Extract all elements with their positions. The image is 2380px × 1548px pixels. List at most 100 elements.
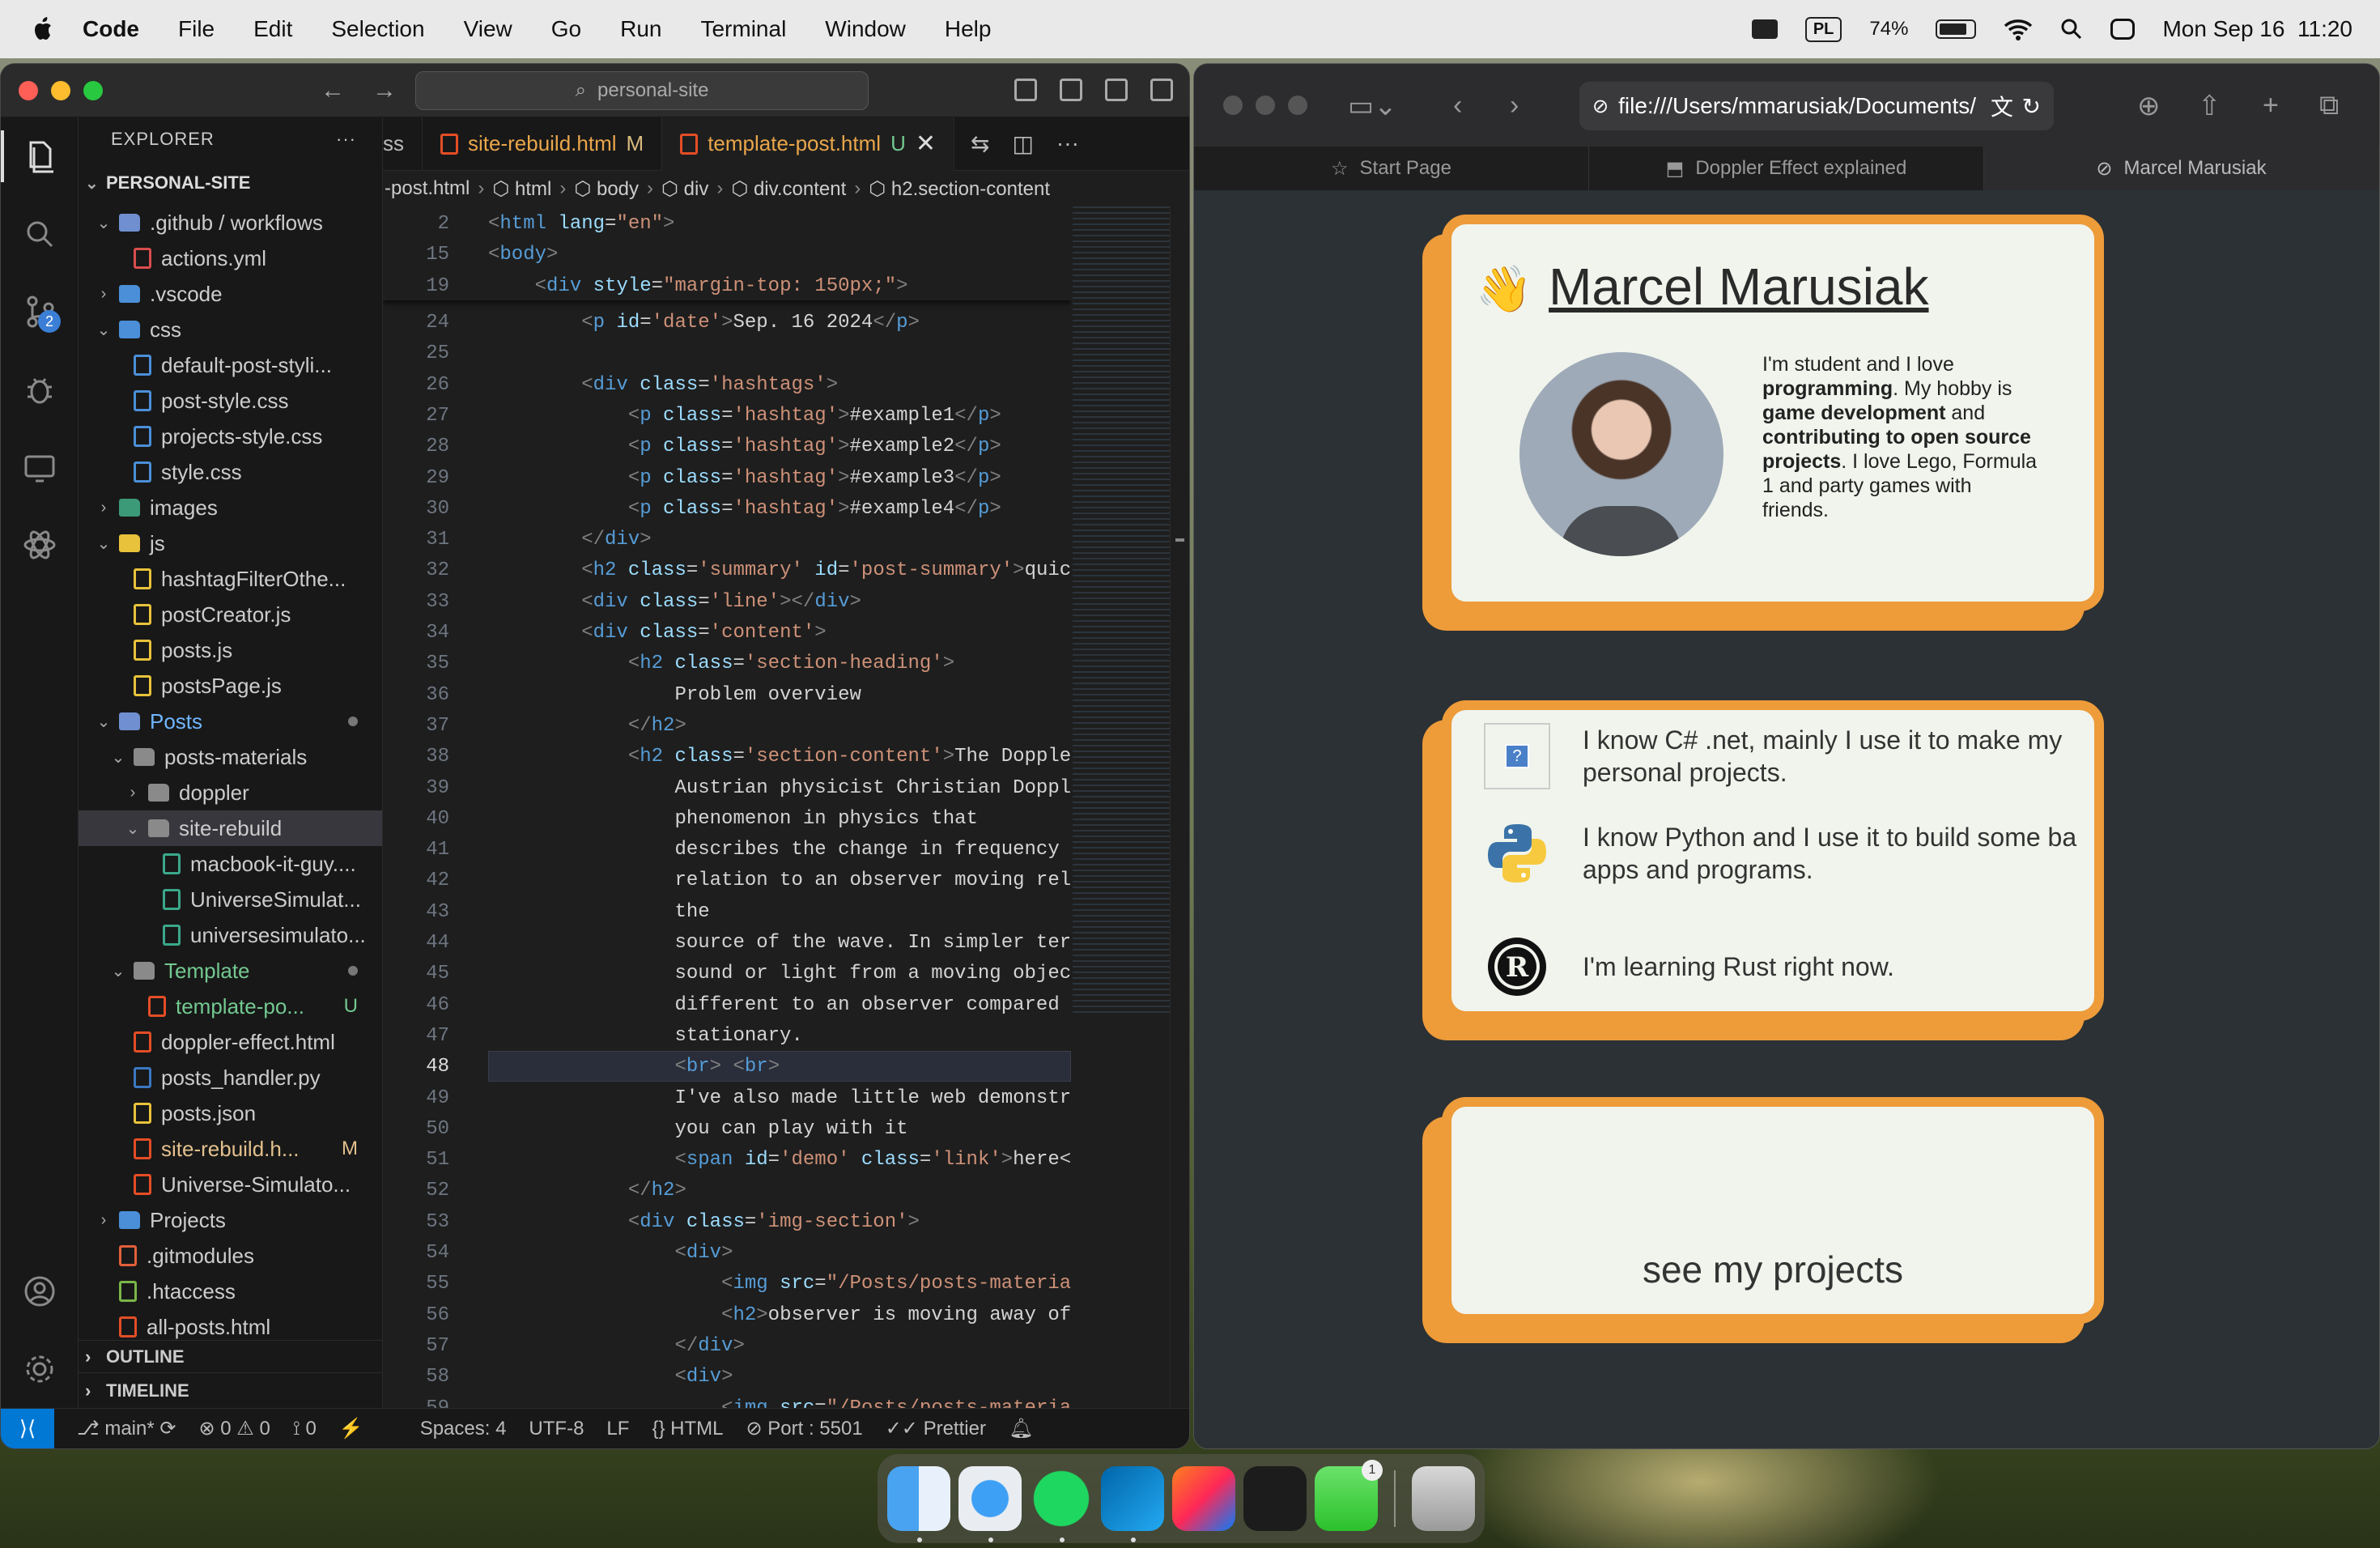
- reload-icon[interactable]: ↻: [2022, 93, 2041, 120]
- projects-card[interactable]: see my projects: [1442, 1097, 2104, 1324]
- tree-item[interactable]: macbook-it-guy....: [79, 846, 382, 882]
- forward-arrow-icon[interactable]: ›: [1510, 90, 1519, 121]
- search-activity[interactable]: [1, 195, 79, 273]
- command-center-search[interactable]: ⌕ personal-site: [415, 71, 869, 110]
- tree-item[interactable]: posts.js: [79, 632, 382, 668]
- tree-item[interactable]: ⌄ .github / workflows: [79, 205, 382, 240]
- tab-ss[interactable]: ss: [383, 117, 423, 171]
- control-center-icon[interactable]: [2110, 19, 2136, 40]
- intellij-icon[interactable]: [1172, 1466, 1235, 1531]
- tree-item[interactable]: post-style.css: [79, 383, 382, 419]
- translate-icon[interactable]: 文: [1983, 90, 2013, 122]
- tab-overview-icon[interactable]: ⧉: [2319, 90, 2339, 121]
- menu-view[interactable]: View: [464, 16, 512, 42]
- sidebar-toggle-icon[interactable]: ▭⌄: [1348, 90, 1397, 122]
- breadcrumb-item[interactable]: ⬡ div.content: [731, 177, 846, 201]
- breadcrumb-item[interactable]: ⬡ html: [492, 177, 551, 201]
- encoding-status[interactable]: UTF-8: [529, 1418, 584, 1440]
- indentation-status[interactable]: Spaces: 4: [420, 1418, 507, 1440]
- toggle-panel-icon[interactable]: [1060, 79, 1082, 101]
- menu-run[interactable]: Run: [620, 16, 661, 42]
- menu-go[interactable]: Go: [551, 16, 581, 42]
- tree-item[interactable]: ⌄ posts-materials: [79, 739, 382, 775]
- back-arrow-icon[interactable]: ←: [321, 77, 345, 104]
- tree-item[interactable]: site-rebuild.h... M: [79, 1131, 382, 1167]
- react-activity[interactable]: [1, 506, 79, 584]
- downloads-icon[interactable]: ⊕: [2137, 90, 2161, 122]
- menu-window[interactable]: Window: [825, 16, 906, 42]
- tree-item[interactable]: ⌄ Template: [79, 953, 382, 989]
- menu-file[interactable]: File: [178, 16, 215, 42]
- code-editor[interactable]: 2 <html lang="en"> 15 <body> 19 <div style="…: [383, 206, 1071, 1408]
- tree-item[interactable]: › doppler: [79, 775, 382, 810]
- tree-item[interactable]: postsPage.js: [79, 668, 382, 704]
- spotify-icon[interactable]: [1030, 1466, 1093, 1542]
- spotlight-icon[interactable]: [2060, 18, 2083, 40]
- tree-item[interactable]: doppler-effect.html: [79, 1024, 382, 1060]
- remote-indicator[interactable]: ⟩⟨: [1, 1408, 54, 1448]
- customize-layout-icon[interactable]: [1150, 79, 1173, 101]
- finder-icon[interactable]: [887, 1466, 950, 1542]
- live-server-status[interactable]: ⊘ Port : 5501: [746, 1417, 862, 1440]
- compare-changes-icon[interactable]: ⇆: [971, 130, 989, 157]
- forward-arrow-icon[interactable]: →: [372, 77, 397, 104]
- tree-item[interactable]: ⌄ js: [79, 525, 382, 561]
- apple-icon[interactable]: [32, 16, 55, 42]
- tree-item[interactable]: UniverseSimulat...: [79, 882, 382, 917]
- clock[interactable]: Mon Sep 16 11:20: [2162, 16, 2352, 42]
- battery-icon[interactable]: [1936, 19, 1977, 39]
- author-name-link[interactable]: Marcel Marusiak: [1549, 257, 1928, 316]
- tree-item[interactable]: › Projects: [79, 1202, 382, 1238]
- tree-item[interactable]: postCreator.js: [79, 597, 382, 632]
- minimap[interactable]: [1073, 206, 1170, 1016]
- share-icon[interactable]: ⇧: [2198, 90, 2221, 122]
- sticky-scroll-header[interactable]: 2 <html lang="en"> 15 <body> 19 <div style="…: [383, 206, 1071, 300]
- tree-item[interactable]: default-post-styli...: [79, 347, 382, 383]
- branch-status[interactable]: ⎇ main* ⟳: [77, 1417, 176, 1440]
- eol-status[interactable]: LF: [606, 1418, 629, 1440]
- accounts-activity[interactable]: [1, 1252, 79, 1330]
- project-header[interactable]: ⌄ PERSONAL-SITE: [79, 161, 250, 205]
- tree-item[interactable]: posts.json: [79, 1095, 382, 1131]
- zoom-button[interactable]: [1288, 96, 1307, 115]
- clapper-icon[interactable]: [1751, 19, 1778, 39]
- prettier-status[interactable]: ✓✓ Prettier: [886, 1417, 986, 1440]
- breadcrumb-item[interactable]: -post.html: [385, 177, 470, 200]
- manage-activity[interactable]: [1, 1330, 79, 1408]
- tree-item[interactable]: template-po... U: [79, 989, 382, 1024]
- toggle-sidebar-icon[interactable]: [1014, 79, 1037, 101]
- tree-item[interactable]: hashtagFilterOthe...: [79, 561, 382, 597]
- menu-selection[interactable]: Selection: [331, 16, 424, 42]
- split-editor-icon[interactable]: ◫: [1012, 130, 1033, 157]
- back-arrow-icon[interactable]: ‹: [1453, 90, 1462, 121]
- more-actions-icon[interactable]: ···: [336, 129, 356, 150]
- explorer-activity[interactable]: [1, 117, 79, 195]
- remote-explorer-activity[interactable]: [1, 428, 79, 506]
- menu-edit[interactable]: Edit: [253, 16, 292, 42]
- tab-marcel[interactable]: ⊘ Marcel Marusiak: [1984, 147, 2379, 190]
- breadcrumb-item[interactable]: ⬡ div: [661, 177, 708, 201]
- sync-icon[interactable]: ⚡: [339, 1417, 363, 1440]
- see-projects-button[interactable]: see my projects: [1451, 1248, 2094, 1291]
- trash-icon[interactable]: [1411, 1466, 1475, 1531]
- close-button[interactable]: [1223, 96, 1243, 115]
- notifications-bell-icon[interactable]: 🔔︎: [1009, 1417, 1033, 1440]
- problems-status[interactable]: ⊗ 0 ⚠ 0: [198, 1417, 270, 1440]
- more-actions-icon[interactable]: ···: [1056, 130, 1079, 157]
- tree-item[interactable]: posts_handler.py: [79, 1060, 382, 1095]
- tree-item[interactable]: .gitmodules: [79, 1238, 382, 1274]
- tree-item[interactable]: universesimulato...: [79, 917, 382, 953]
- tab-site-rebuild[interactable]: site-rebuild.html M: [423, 117, 663, 171]
- tab-template-post[interactable]: template-post.html U ✕: [662, 117, 954, 171]
- tree-item[interactable]: Universe-Simulato...: [79, 1167, 382, 1202]
- breadcrumb-item[interactable]: ⬡ h2.section-content: [869, 177, 1050, 201]
- vscode-icon[interactable]: [1101, 1466, 1164, 1542]
- messages-icon[interactable]: 1: [1315, 1460, 1383, 1531]
- close-button[interactable]: [19, 80, 38, 100]
- address-bar[interactable]: ⊘ file:///Users/mmarusiak/Documents/ 文 ↻: [1579, 82, 2054, 130]
- tree-item[interactable]: › images: [79, 490, 382, 525]
- tree-item[interactable]: ⌄ css: [79, 312, 382, 347]
- tree-item[interactable]: projects-style.css: [79, 419, 382, 454]
- timeline-section[interactable]: › TIMELINE: [79, 1372, 382, 1408]
- debug-activity[interactable]: [1, 351, 79, 428]
